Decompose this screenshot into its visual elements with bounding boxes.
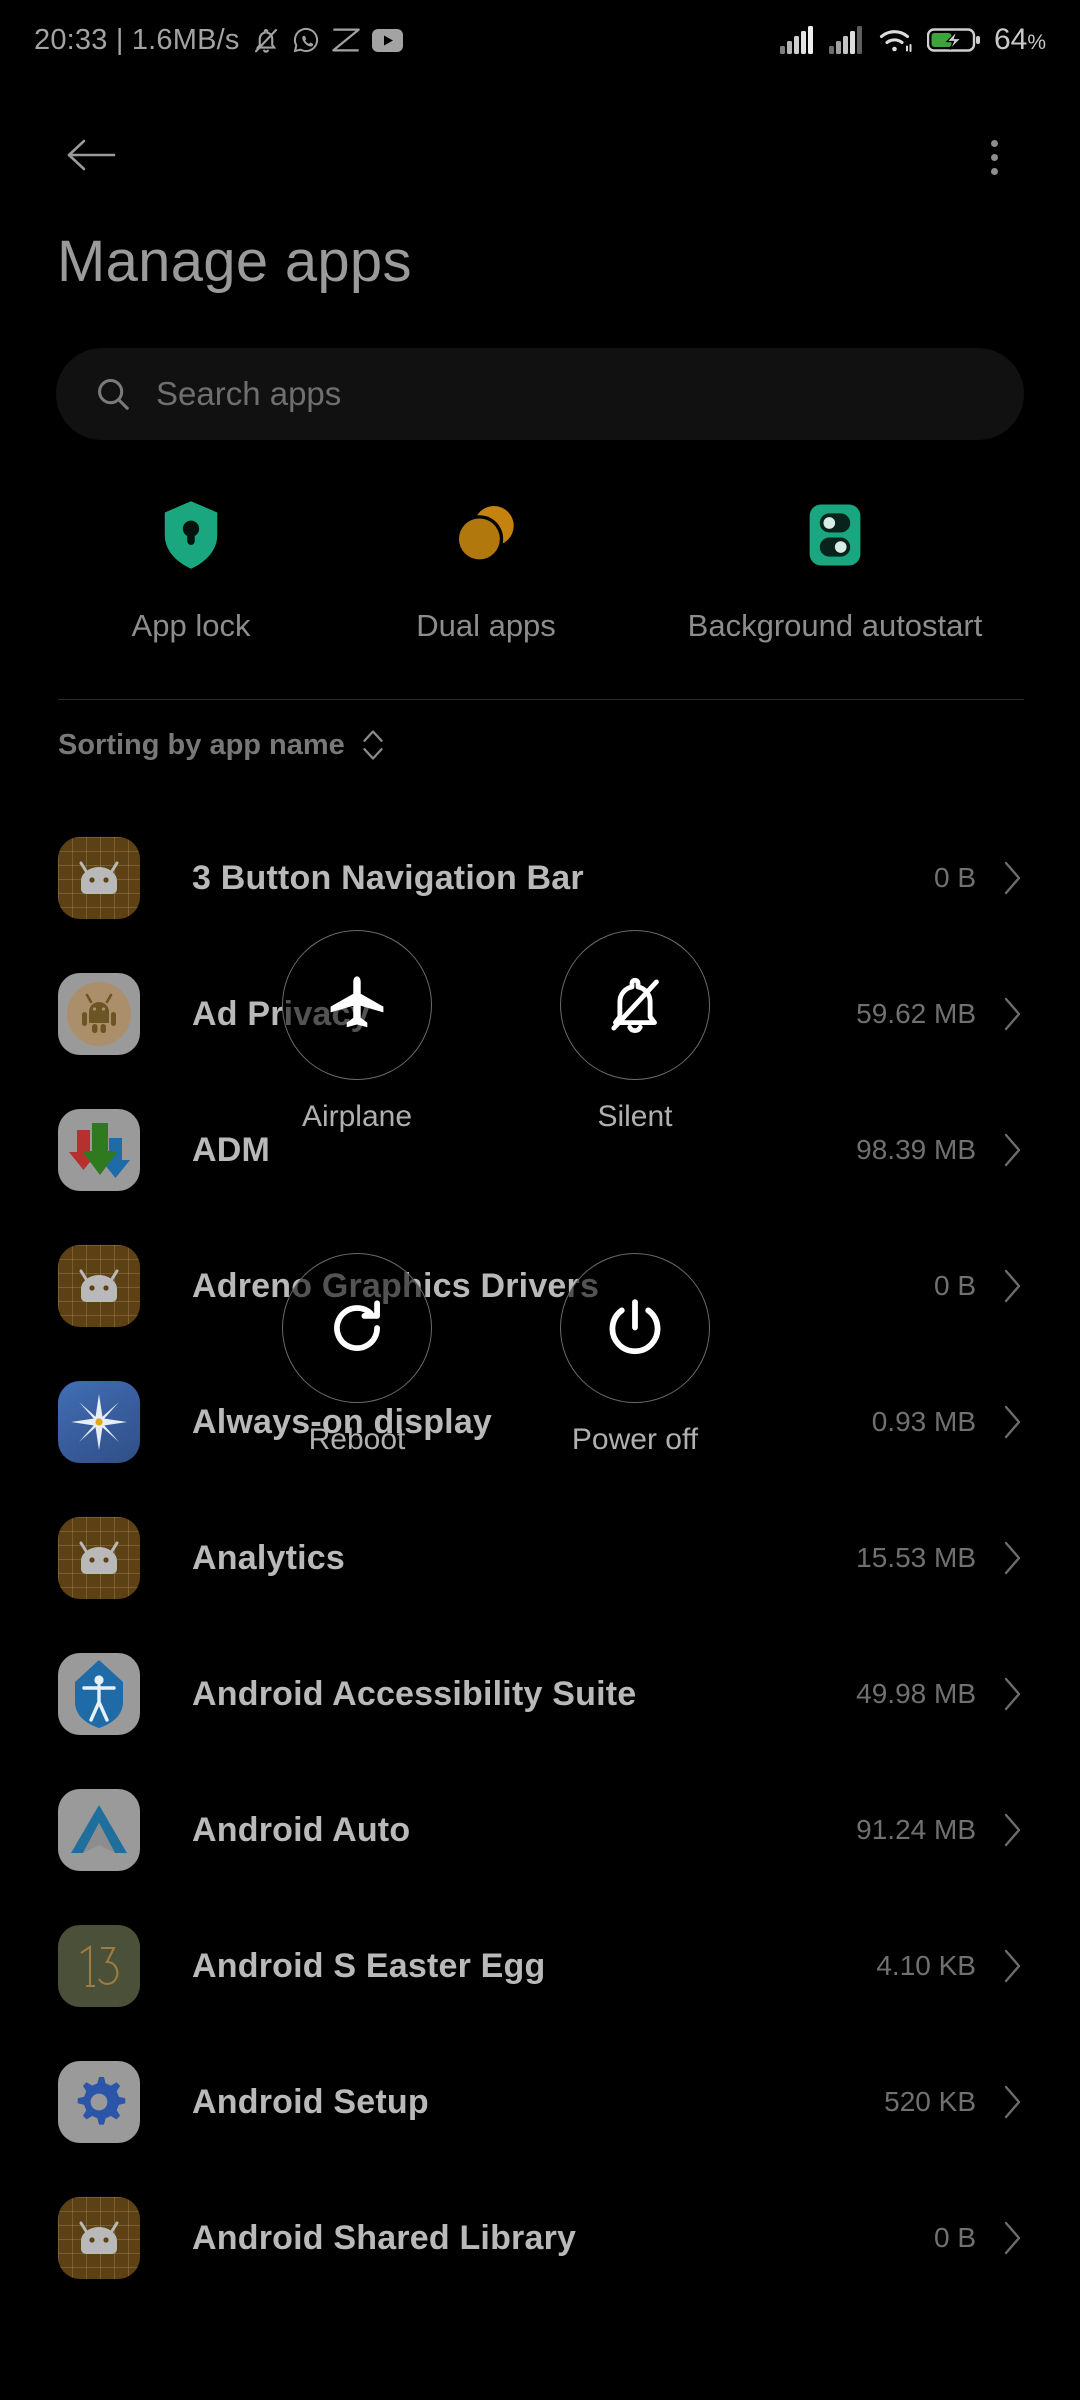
overflow-menu-button[interactable]	[964, 122, 1024, 192]
page-title: Manage apps	[57, 229, 412, 294]
phone-screen: 20:33 | 1.6MB/s 64% Manage apps Search a…	[0, 0, 1080, 2400]
app-bar	[0, 112, 1080, 202]
app-size: 0 B	[933, 2222, 976, 2253]
app-name: Android S Easter Egg	[192, 1946, 546, 1985]
shield-lock-icon	[160, 500, 222, 570]
status-bar-right: 64%	[779, 23, 1046, 57]
chevron-right-icon	[1002, 1947, 1024, 1985]
quick-action-label: App lock	[131, 608, 251, 643]
autostart-toggle-icon	[805, 500, 865, 570]
android-grid-icon	[58, 1245, 140, 1327]
table-row[interactable]: ADM 98.39 MB	[0, 1082, 1080, 1218]
always-on-display-icon	[58, 1381, 140, 1463]
easter-egg-13-icon	[58, 1925, 140, 2007]
app-name: ADM	[192, 1130, 271, 1169]
app-size: 59.62 MB	[856, 998, 976, 1029]
chevron-right-icon	[1002, 1675, 1024, 1713]
dual-circles-icon	[450, 500, 522, 570]
table-row[interactable]: Always-on display 0.93 MB	[0, 1354, 1080, 1490]
quick-action-app-lock[interactable]: App lock	[56, 500, 326, 644]
app-name: Android Shared Library	[192, 2218, 577, 2257]
app-size: 91.24 MB	[856, 1814, 976, 1845]
chevron-right-icon	[1002, 1539, 1024, 1577]
status-bar-left: 20:33 | 1.6MB/s	[34, 24, 403, 57]
android-auto-icon	[58, 1789, 140, 1871]
quick-action-label: Dual apps	[416, 608, 556, 643]
table-row[interactable]: Android Auto 91.24 MB	[0, 1762, 1080, 1898]
chevron-right-icon	[1002, 859, 1024, 897]
app-size: 49.98 MB	[856, 1678, 976, 1709]
app-size: 4.10 KB	[876, 1950, 976, 1981]
more-vertical-icon	[990, 139, 998, 175]
ad-privacy-icon	[58, 973, 140, 1055]
app-name: 3 Button Navigation Bar	[192, 858, 584, 897]
quick-action-label: Background autostart	[687, 608, 983, 643]
app-name: Analytics	[192, 1538, 345, 1577]
quick-action-dual-apps[interactable]: Dual apps	[326, 500, 646, 644]
android-grid-icon	[58, 837, 140, 919]
battery-percent: 64%	[993, 23, 1046, 56]
table-row[interactable]: Analytics 15.53 MB	[0, 1490, 1080, 1626]
sorting-control[interactable]: Sorting by app name	[58, 728, 386, 762]
table-row[interactable]: 3 Button Navigation Bar 0 B	[0, 810, 1080, 946]
chevron-right-icon	[1002, 1403, 1024, 1441]
app-size: 520 KB	[884, 2086, 976, 2117]
youtube-icon	[371, 28, 403, 52]
battery-charging-icon	[926, 26, 981, 54]
accessibility-icon	[58, 1653, 140, 1735]
signal-sim1-icon	[779, 26, 816, 54]
app-name: Adreno Graphics Drivers	[192, 1266, 600, 1305]
chevron-right-icon	[1002, 1811, 1024, 1849]
adm-arrows-icon	[58, 1109, 140, 1191]
table-row[interactable]: Android Shared Library 0 B	[0, 2170, 1080, 2306]
search-icon	[94, 375, 132, 413]
table-row[interactable]: Adreno Graphics Drivers 0 B	[0, 1218, 1080, 1354]
app-size: 98.39 MB	[856, 1134, 976, 1165]
wifi-icon	[878, 26, 914, 54]
chevron-right-icon	[1002, 1131, 1024, 1169]
notification-silenced-icon	[251, 25, 281, 55]
table-row[interactable]: Android Accessibility Suite 49.98 MB	[0, 1626, 1080, 1762]
app-size: 0.93 MB	[871, 1406, 976, 1437]
app-size: 0 B	[933, 1270, 976, 1301]
section-divider	[58, 699, 1024, 700]
table-row[interactable]: Android Setup 520 KB	[0, 2034, 1080, 2170]
android-grid-icon	[58, 1517, 140, 1599]
status-clock: 20:33 | 1.6MB/s	[34, 23, 240, 56]
arrow-left-icon	[64, 135, 118, 180]
sorting-label: Sorting by app name	[58, 728, 345, 761]
table-row[interactable]: Ad Privacy 59.62 MB	[0, 946, 1080, 1082]
sort-updown-icon	[360, 728, 386, 762]
chevron-right-icon	[1002, 1267, 1024, 1305]
app-name: Always-on display	[192, 1402, 493, 1441]
table-row[interactable]: Android S Easter Egg 4.10 KB	[0, 1898, 1080, 2034]
app-size: 15.53 MB	[856, 1542, 976, 1573]
app-name: Android Accessibility Suite	[192, 1674, 637, 1713]
whatsapp-icon	[292, 26, 320, 54]
chevron-right-icon	[1002, 2083, 1024, 2121]
search-input[interactable]: Search apps	[56, 348, 1024, 440]
signal-sim2-icon	[828, 26, 865, 54]
app-name: Ad Privacy	[192, 994, 370, 1033]
back-button[interactable]	[56, 122, 126, 192]
android-grid-icon	[58, 2197, 140, 2279]
android-setup-gear-icon	[58, 2061, 140, 2143]
quick-action-background-autostart[interactable]: Background autostart	[646, 500, 1024, 644]
chevron-right-icon	[1002, 2219, 1024, 2257]
app-name: Android Auto	[192, 1810, 411, 1849]
quick-actions-row: App lock Dual apps Background autostart	[56, 500, 1024, 644]
app-name: Android Setup	[192, 2082, 429, 2121]
app-size: 0 B	[933, 862, 976, 893]
snapchat-icon	[331, 27, 361, 53]
status-bar: 20:33 | 1.6MB/s 64%	[0, 0, 1080, 80]
app-list: 3 Button Navigation Bar 0 B Ad Privacy 5…	[0, 810, 1080, 2306]
search-placeholder: Search apps	[156, 375, 342, 412]
chevron-right-icon	[1002, 995, 1024, 1033]
